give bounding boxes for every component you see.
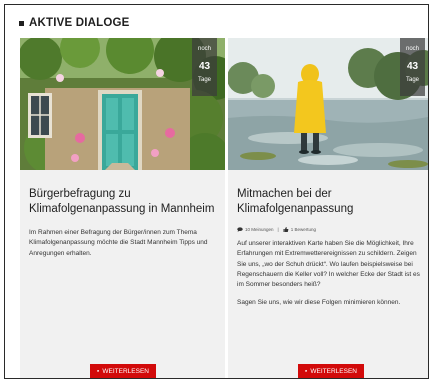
- read-more-label: WEITERLESEN: [310, 367, 357, 375]
- countdown-suffix: Tage: [405, 77, 419, 83]
- card-title[interactable]: Mitmachen bei der Klimafolgenanpassung: [237, 187, 427, 217]
- flood-person-photo: [228, 38, 428, 170]
- card-description: Auf unserer interaktiven Karte haben Sie…: [237, 239, 427, 317]
- card-title[interactable]: Bürgerbefragung zu Klimafolgenanpassung …: [29, 187, 219, 217]
- speech-bubble-icon: [97, 370, 100, 372]
- read-more-button[interactable]: WEITERLESEN: [90, 364, 156, 378]
- card-paragraph: Im Rahmen einer Befragung der Bürger/inn…: [29, 229, 208, 257]
- card-description: Im Rahmen einer Befragung der Bürger/inn…: [29, 228, 219, 267]
- countdown-days: 43: [406, 61, 419, 72]
- countdown-badge: noch 43 Tage: [192, 38, 217, 96]
- card-paragraph: Auf unserer interaktiven Karte haben Sie…: [237, 240, 420, 289]
- section-title: AKTIVE DIALOGE: [19, 17, 130, 29]
- countdown-badge: noch 43 Tage: [400, 38, 425, 96]
- rating-count: 1 Bewertung: [290, 227, 316, 232]
- countdown-prefix: noch: [405, 46, 419, 52]
- card-photo-flood[interactable]: noch 43 Tage: [228, 38, 428, 170]
- speech-bubble-icon: [305, 370, 308, 372]
- card-paragraph: Sagen Sie uns, wie wir diese Folgen mini…: [237, 299, 401, 307]
- comment-count: 10 Meinungen: [245, 227, 274, 232]
- countdown-prefix: noch: [197, 46, 211, 52]
- countdown-days: 43: [198, 61, 211, 72]
- comment-icon: [237, 227, 243, 232]
- dialogues-panel: AKTIVE DIALOGE noch 43 Tage Bürgerbefrag…: [4, 4, 429, 379]
- card-meta: 10 Meinungen | 1 Bewertung: [237, 227, 316, 232]
- countdown-suffix: Tage: [197, 77, 211, 83]
- section-title-text: AKTIVE DIALOGE: [29, 17, 130, 29]
- meta-separator: |: [277, 227, 279, 232]
- dialogue-card-2: noch 43 Tage Mitmachen bei der Klimafolg…: [228, 38, 428, 378]
- card-photo-door[interactable]: noch 43 Tage: [20, 38, 225, 170]
- bullet-square-icon: [19, 20, 24, 26]
- read-more-button[interactable]: WEITERLESEN: [298, 364, 364, 378]
- read-more-label: WEITERLESEN: [102, 367, 149, 375]
- thumbs-up-icon: [283, 227, 289, 232]
- dialogue-card-1: noch 43 Tage Bürgerbefragung zu Klimafol…: [20, 38, 225, 378]
